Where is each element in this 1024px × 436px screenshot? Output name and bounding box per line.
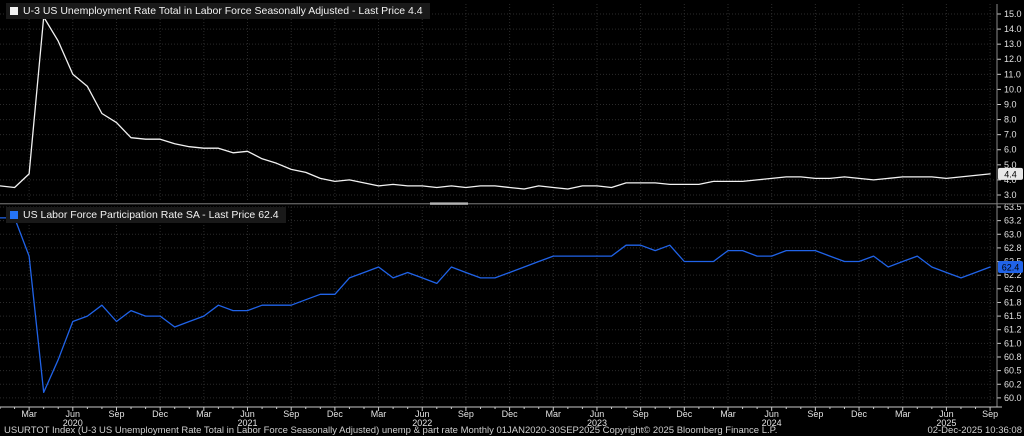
y-tick-label: 11.0 — [1004, 69, 1021, 79]
x-tick-label: Mar — [196, 409, 212, 419]
x-tick-label: Mar — [371, 409, 387, 419]
y-tick-label: 63.2 — [1004, 216, 1022, 226]
x-tick-label: Sep — [633, 409, 649, 419]
y-tick-label: 15.0 — [1004, 9, 1022, 19]
x-tick-label: Dec — [152, 409, 169, 419]
panel-divider — [0, 203, 1024, 204]
x-tick-label: Sep — [982, 409, 998, 419]
series-swatch-unemployment — [10, 7, 18, 15]
series-line-unemployment — [0, 17, 990, 189]
status-timestamp: 02-Dec-2025 10:36:08 — [927, 425, 1022, 436]
status-ticker-description: USURTOT Index (U-3 US Unemployment Rate … — [4, 425, 600, 436]
y-tick-label: 63.0 — [1004, 229, 1022, 239]
y-tick-label: 60.2 — [1004, 379, 1022, 389]
y-tick-label: 12.0 — [1004, 54, 1022, 64]
x-tick-label: Dec — [676, 409, 693, 419]
y-tick-label: 10.0 — [1004, 84, 1022, 94]
x-tick-label: Mar — [546, 409, 562, 419]
y-tick-label: 60.5 — [1004, 366, 1022, 376]
x-tick-label: Sep — [283, 409, 299, 419]
y-tick-label: 7.0 — [1004, 130, 1017, 140]
series-swatch-participation — [10, 211, 18, 219]
panel-divider-handle — [430, 202, 468, 204]
y-tick-label: 61.0 — [1004, 338, 1022, 348]
status-bar: USURTOT Index (U-3 US Unemployment Rate … — [0, 425, 1024, 436]
y-tick-label: 3.0 — [1004, 190, 1017, 200]
legend-participation[interactable]: US Labor Force Participation Rate SA - L… — [6, 207, 286, 223]
status-copyright: Copyright© 2025 Bloomberg Finance L.P. — [603, 425, 778, 436]
y-tick-label: 60.8 — [1004, 352, 1022, 362]
y-tick-label: 6.0 — [1004, 145, 1017, 155]
x-tick-label: Sep — [807, 409, 823, 419]
last-price-value: 4.4 — [1004, 169, 1017, 179]
y-tick-label: 60.0 — [1004, 393, 1022, 403]
bloomberg-chart-window: 15.014.013.012.011.010.09.08.07.06.05.04… — [0, 0, 1024, 436]
legend-label-participation: US Labor Force Participation Rate SA - L… — [23, 209, 279, 221]
y-tick-label: 14.0 — [1004, 24, 1022, 34]
legend-unemployment[interactable]: U-3 US Unemployment Rate Total in Labor … — [6, 3, 430, 19]
x-tick-label: Dec — [502, 409, 519, 419]
x-tick-label: Mar — [720, 409, 736, 419]
y-tick-label: 61.5 — [1004, 311, 1022, 321]
x-tick-label: Mar — [895, 409, 911, 419]
y-tick-label: 61.2 — [1004, 325, 1022, 335]
x-tick-label: Mar — [21, 409, 37, 419]
last-price-value: 62.4 — [1002, 262, 1020, 272]
y-tick-label: 8.0 — [1004, 115, 1017, 125]
x-tick-label: Sep — [458, 409, 474, 419]
y-tick-label: 9.0 — [1004, 99, 1017, 109]
x-tick-label: Sep — [108, 409, 124, 419]
y-tick-label: 62.0 — [1004, 284, 1022, 294]
y-tick-label: 62.8 — [1004, 243, 1022, 253]
series-line-participation — [0, 218, 990, 393]
y-tick-label: 13.0 — [1004, 39, 1022, 49]
x-tick-label: Dec — [327, 409, 344, 419]
x-tick-label: Dec — [851, 409, 868, 419]
y-tick-label: 61.8 — [1004, 297, 1022, 307]
legend-label-unemployment: U-3 US Unemployment Rate Total in Labor … — [23, 5, 423, 17]
